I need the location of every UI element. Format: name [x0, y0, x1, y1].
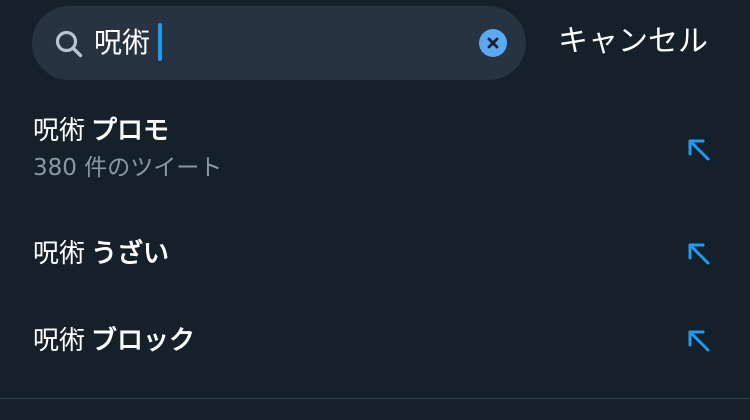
suggestion-prefix: 呪術	[33, 239, 86, 269]
suggestion-suffix: ブロック	[91, 326, 196, 356]
suggestion-label: 呪術 うざい	[33, 236, 169, 272]
suggestion-item[interactable]: 呪術 うざい	[0, 222, 750, 286]
search-bar[interactable]: 呪術	[32, 6, 526, 80]
cancel-button[interactable]: キャンセル	[558, 20, 708, 64]
suggestion-suffix: プロモ	[91, 116, 170, 146]
close-icon	[487, 37, 499, 49]
suggestion-item[interactable]: 呪術 プロモ 380 件のツイート	[0, 110, 750, 196]
tweet-count: 380 件のツイート	[33, 155, 223, 181]
suggestion-label: 呪術 プロモ	[33, 113, 169, 149]
suggestion-prefix: 呪術	[33, 326, 86, 356]
search-icon	[54, 29, 84, 59]
suggestion-item[interactable]: 呪術 ブロック	[0, 308, 750, 372]
suggestion-label: 呪術 ブロック	[33, 323, 195, 359]
arrow-up-left-icon[interactable]	[684, 239, 714, 269]
search-input[interactable]: 呪術	[94, 23, 163, 63]
search-query-text: 呪術	[94, 26, 151, 59]
divider	[0, 398, 750, 399]
suggestion-prefix: 呪術	[33, 116, 86, 146]
arrow-up-left-icon[interactable]	[684, 326, 714, 356]
suggestion-suffix: うざい	[91, 239, 170, 269]
arrow-up-left-icon[interactable]	[684, 135, 714, 165]
clear-search-button[interactable]	[479, 29, 507, 57]
text-caret	[158, 23, 163, 61]
